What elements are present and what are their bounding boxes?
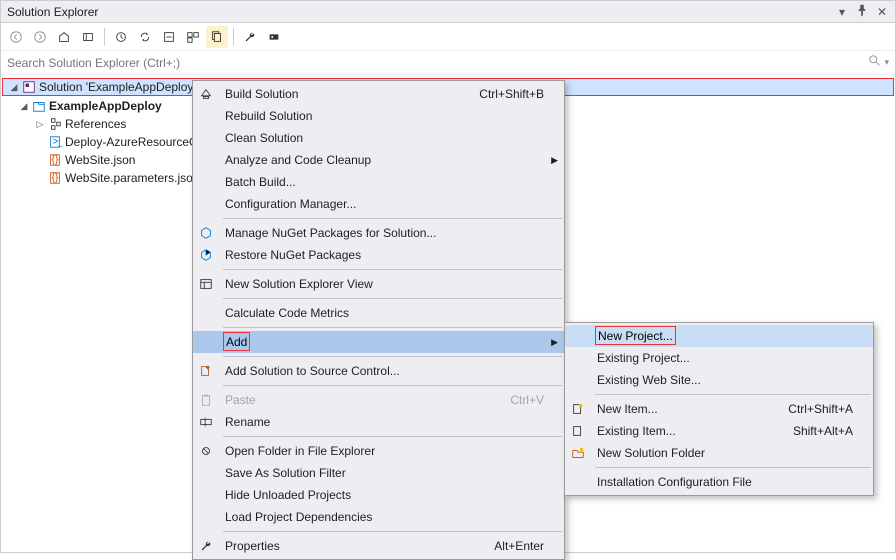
menu-separator <box>595 467 871 468</box>
file-label: Deploy-AzureResourceG <box>65 135 198 149</box>
references-icon <box>48 117 62 131</box>
project-label: ExampleAppDeploy <box>49 99 162 113</box>
restore-icon <box>198 247 214 263</box>
menu-analyze[interactable]: Analyze and Code Cleanup▶ <box>193 149 564 171</box>
new-item-icon <box>570 401 586 417</box>
paste-icon <box>198 392 214 408</box>
menu-new-view[interactable]: New Solution Explorer View <box>193 273 564 295</box>
ps-file-icon: >_ <box>48 135 62 149</box>
menu-clean[interactable]: Clean Solution <box>193 127 564 149</box>
pending-changes-button[interactable] <box>110 26 132 48</box>
titlebar: Solution Explorer ▾ ✕ <box>1 1 895 23</box>
submenu-arrow-icon: ▶ <box>551 337 558 348</box>
home-button[interactable] <box>53 26 75 48</box>
solution-icon <box>22 80 36 94</box>
preview-selected-button[interactable] <box>263 26 285 48</box>
add-icon <box>198 363 214 379</box>
add-submenu: New Project... New Project... Existing P… <box>564 322 874 496</box>
menu-save-filter[interactable]: Save As Solution Filter <box>193 462 564 484</box>
search-bar[interactable]: ▾ <box>1 51 895 75</box>
menu-separator <box>223 269 562 270</box>
menu-add[interactable]: Add Add ▶ <box>193 331 564 353</box>
file-label: WebSite.parameters.jso <box>65 171 193 185</box>
file-label: WebSite.json <box>65 153 135 167</box>
folder-icon <box>570 445 586 461</box>
folder-open-icon <box>198 443 214 459</box>
rename-icon <box>198 414 214 430</box>
menu-hide-unloaded[interactable]: Hide Unloaded Projects <box>193 484 564 506</box>
pin-icon[interactable] <box>855 3 869 20</box>
json-file-icon: {} <box>48 171 62 185</box>
submenu-existing-project[interactable]: Existing Project... <box>565 347 873 369</box>
context-menu: Build Solution Ctrl+Shift+B Rebuild Solu… <box>192 80 565 560</box>
toolbar <box>1 23 895 51</box>
collapse-button[interactable] <box>158 26 180 48</box>
close-icon[interactable]: ✕ <box>875 5 889 19</box>
menu-open-folder[interactable]: Open Folder in File Explorer <box>193 440 564 462</box>
submenu-existing-item[interactable]: Existing Item... Shift+Alt+A <box>565 420 873 442</box>
build-icon <box>198 86 214 102</box>
menu-separator <box>223 531 562 532</box>
svg-text:{}: {} <box>52 154 60 166</box>
search-icon[interactable] <box>868 54 882 71</box>
submenu-new-project[interactable]: New Project... New Project... <box>565 325 873 347</box>
submenu-arrow-icon: ▶ <box>551 155 558 166</box>
separator <box>233 28 234 46</box>
solution-label: Solution 'ExampleAppDeploy' <box>39 80 196 94</box>
show-all-button[interactable] <box>182 26 204 48</box>
view-icon <box>198 276 214 292</box>
menu-separator <box>223 385 562 386</box>
menu-load-deps[interactable]: Load Project Dependencies <box>193 506 564 528</box>
expander-icon[interactable]: ◢ <box>9 82 19 92</box>
submenu-new-folder[interactable]: New Solution Folder <box>565 442 873 464</box>
menu-config[interactable]: Configuration Manager... <box>193 193 564 215</box>
menu-rename[interactable]: Rename <box>193 411 564 433</box>
expander-icon[interactable]: ▷ <box>35 119 45 129</box>
properties-button[interactable] <box>239 26 261 48</box>
preview-button[interactable] <box>206 26 228 48</box>
back-button[interactable] <box>5 26 27 48</box>
svg-text:>_: >_ <box>52 136 62 148</box>
menu-metrics[interactable]: Calculate Code Metrics <box>193 302 564 324</box>
menu-properties[interactable]: Properties Alt+Enter <box>193 535 564 557</box>
menu-separator <box>223 298 562 299</box>
dropdown-icon[interactable]: ▾ <box>835 5 849 19</box>
search-input[interactable] <box>7 56 868 70</box>
switch-view-button[interactable] <box>77 26 99 48</box>
menu-build[interactable]: Build Solution Ctrl+Shift+B <box>193 83 564 105</box>
menu-nuget-restore[interactable]: Restore NuGet Packages <box>193 244 564 266</box>
menu-rebuild[interactable]: Rebuild Solution <box>193 105 564 127</box>
submenu-new-item[interactable]: New Item... Ctrl+Shift+A <box>565 398 873 420</box>
project-icon <box>32 99 46 113</box>
menu-paste[interactable]: Paste Ctrl+V <box>193 389 564 411</box>
menu-separator <box>223 356 562 357</box>
nuget-icon <box>198 225 214 241</box>
expander-icon[interactable]: ◢ <box>19 101 29 111</box>
menu-source-control[interactable]: Add Solution to Source Control... <box>193 360 564 382</box>
wrench-icon <box>198 538 214 554</box>
sync-button[interactable] <box>134 26 156 48</box>
menu-separator <box>595 394 871 395</box>
svg-text:{}: {} <box>52 172 60 184</box>
search-dropdown-icon[interactable]: ▾ <box>884 57 889 68</box>
references-label: References <box>65 117 126 131</box>
menu-nuget-manage[interactable]: Manage NuGet Packages for Solution... <box>193 222 564 244</box>
submenu-install-config[interactable]: Installation Configuration File <box>565 471 873 493</box>
forward-button[interactable] <box>29 26 51 48</box>
titlebar-text: Solution Explorer <box>7 5 835 19</box>
menu-separator <box>223 327 562 328</box>
separator <box>104 28 105 46</box>
json-file-icon: {} <box>48 153 62 167</box>
menu-separator <box>223 218 562 219</box>
existing-item-icon <box>570 423 586 439</box>
window-controls: ▾ ✕ <box>835 3 889 20</box>
menu-separator <box>223 436 562 437</box>
menu-batch[interactable]: Batch Build... <box>193 171 564 193</box>
submenu-existing-website[interactable]: Existing Web Site... <box>565 369 873 391</box>
